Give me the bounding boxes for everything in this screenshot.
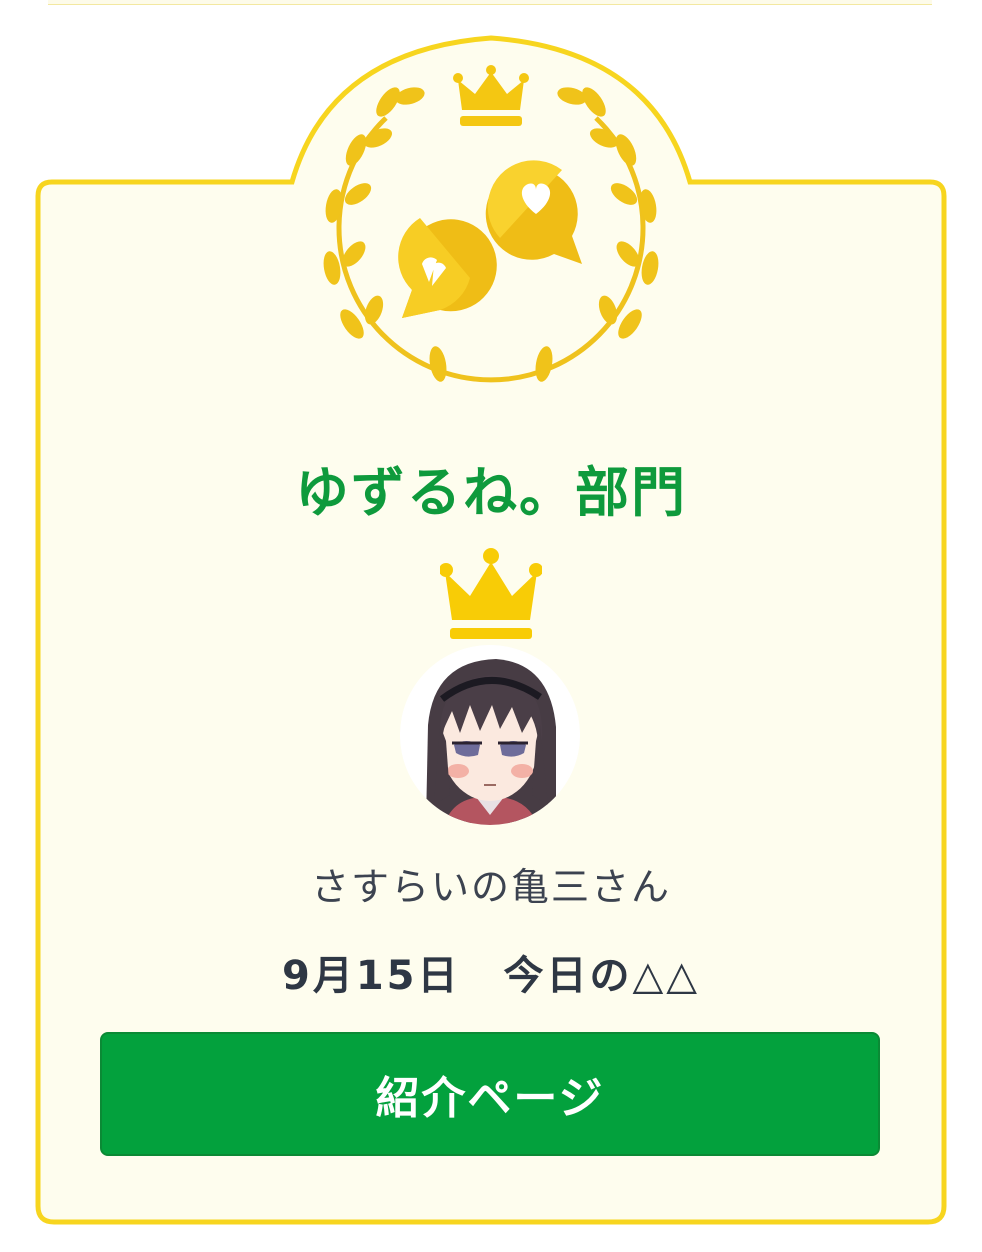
winner-user-name: さすらいの亀三さん xyxy=(310,865,671,909)
crown-icon xyxy=(440,548,542,639)
anime-girl-avatar[interactable] xyxy=(400,645,580,825)
award-date: 9月15日 今日の△△ xyxy=(281,953,701,999)
award-card: ゆずるね。部門 さすらいの亀三さん 9月15日 今日の△△ 紹介ページ xyxy=(0,0,982,1252)
chat-bubbles-heart-laurel-icon xyxy=(323,65,659,383)
avatar-image xyxy=(400,645,580,825)
award-category-title: ゆずるね。部門 xyxy=(295,461,687,524)
intro-page-button[interactable]: 紹介ページ xyxy=(100,1032,880,1156)
